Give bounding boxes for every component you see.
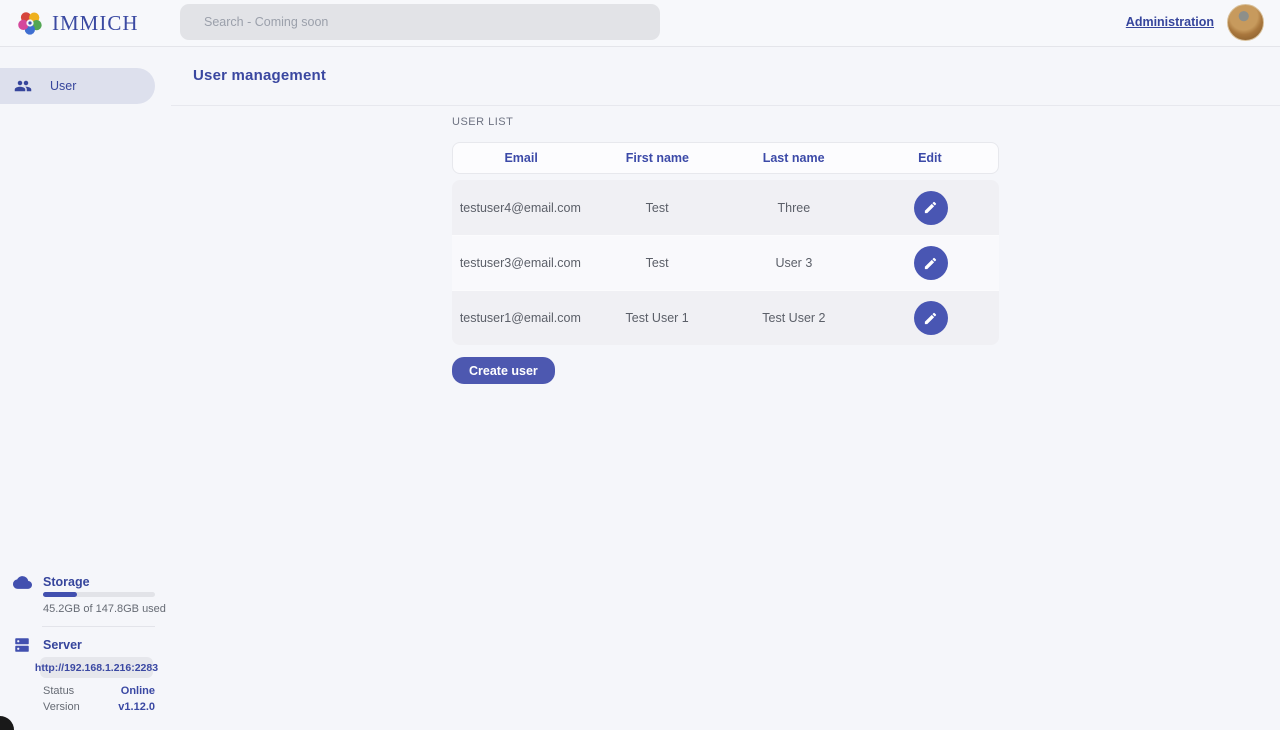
column-header-first-name: First name xyxy=(589,151,725,165)
create-user-button[interactable]: Create user xyxy=(452,357,555,384)
version-value: v1.12.0 xyxy=(118,701,155,713)
table-row: testuser3@email.com Test User 3 xyxy=(452,235,999,290)
cell-last-name: User 3 xyxy=(726,256,863,270)
cell-email: testuser3@email.com xyxy=(452,256,589,270)
edit-user-button[interactable] xyxy=(914,301,948,335)
immich-flower-icon xyxy=(16,9,44,37)
column-header-email: Email xyxy=(453,151,589,165)
user-avatar[interactable] xyxy=(1227,4,1264,41)
cell-first-name: Test User 1 xyxy=(589,311,726,325)
edit-user-button[interactable] xyxy=(914,191,948,225)
status-value: Online xyxy=(121,685,155,697)
panel-divider xyxy=(42,626,155,627)
storage-used-label: 45.2GB of 147.8GB used xyxy=(43,603,166,615)
user-table-header: Email First name Last name Edit xyxy=(452,142,999,174)
table-row: testuser1@email.com Test User 1 Test Use… xyxy=(452,290,999,345)
pencil-icon xyxy=(923,200,938,215)
main-header: User management xyxy=(171,47,1280,106)
server-url-badge: http://192.168.1.216:2283 xyxy=(40,657,153,678)
sidebar-item-user[interactable]: User xyxy=(0,68,155,104)
administration-link[interactable]: Administration xyxy=(1126,15,1214,29)
user-list-label: USER LIST xyxy=(452,116,513,128)
version-label: Version xyxy=(43,701,80,713)
cell-first-name: Test xyxy=(589,201,726,215)
cloud-icon xyxy=(13,573,32,592)
server-version-row: Version v1.12.0 xyxy=(43,701,155,713)
users-icon xyxy=(14,77,32,95)
search-input[interactable] xyxy=(180,4,660,40)
storage-progress-fill xyxy=(43,592,77,597)
page-title: User management xyxy=(193,67,326,84)
top-navbar: IMMICH Administration xyxy=(0,0,1280,47)
cell-last-name: Test User 2 xyxy=(726,311,863,325)
cell-last-name: Three xyxy=(726,201,863,215)
server-icon xyxy=(13,636,31,654)
user-table-body: testuser4@email.com Test Three testuser3… xyxy=(452,180,999,345)
storage-title: Storage xyxy=(43,575,90,589)
corner-wedge xyxy=(0,716,14,730)
brand-name: IMMICH xyxy=(52,11,139,36)
immich-logo: IMMICH xyxy=(16,9,139,37)
server-status-row: Status Online xyxy=(43,685,155,697)
edit-user-button[interactable] xyxy=(914,246,948,280)
status-label: Status xyxy=(43,685,74,697)
table-row: testuser4@email.com Test Three xyxy=(452,180,999,235)
pencil-icon xyxy=(923,311,938,326)
server-title: Server xyxy=(43,638,82,652)
cell-email: testuser4@email.com xyxy=(452,201,589,215)
pencil-icon xyxy=(923,256,938,271)
cell-email: testuser1@email.com xyxy=(452,311,589,325)
column-header-last-name: Last name xyxy=(726,151,862,165)
column-header-edit: Edit xyxy=(862,151,998,165)
sidebar-item-label: User xyxy=(50,79,76,93)
storage-progress-bar xyxy=(43,592,155,597)
cell-first-name: Test xyxy=(589,256,726,270)
